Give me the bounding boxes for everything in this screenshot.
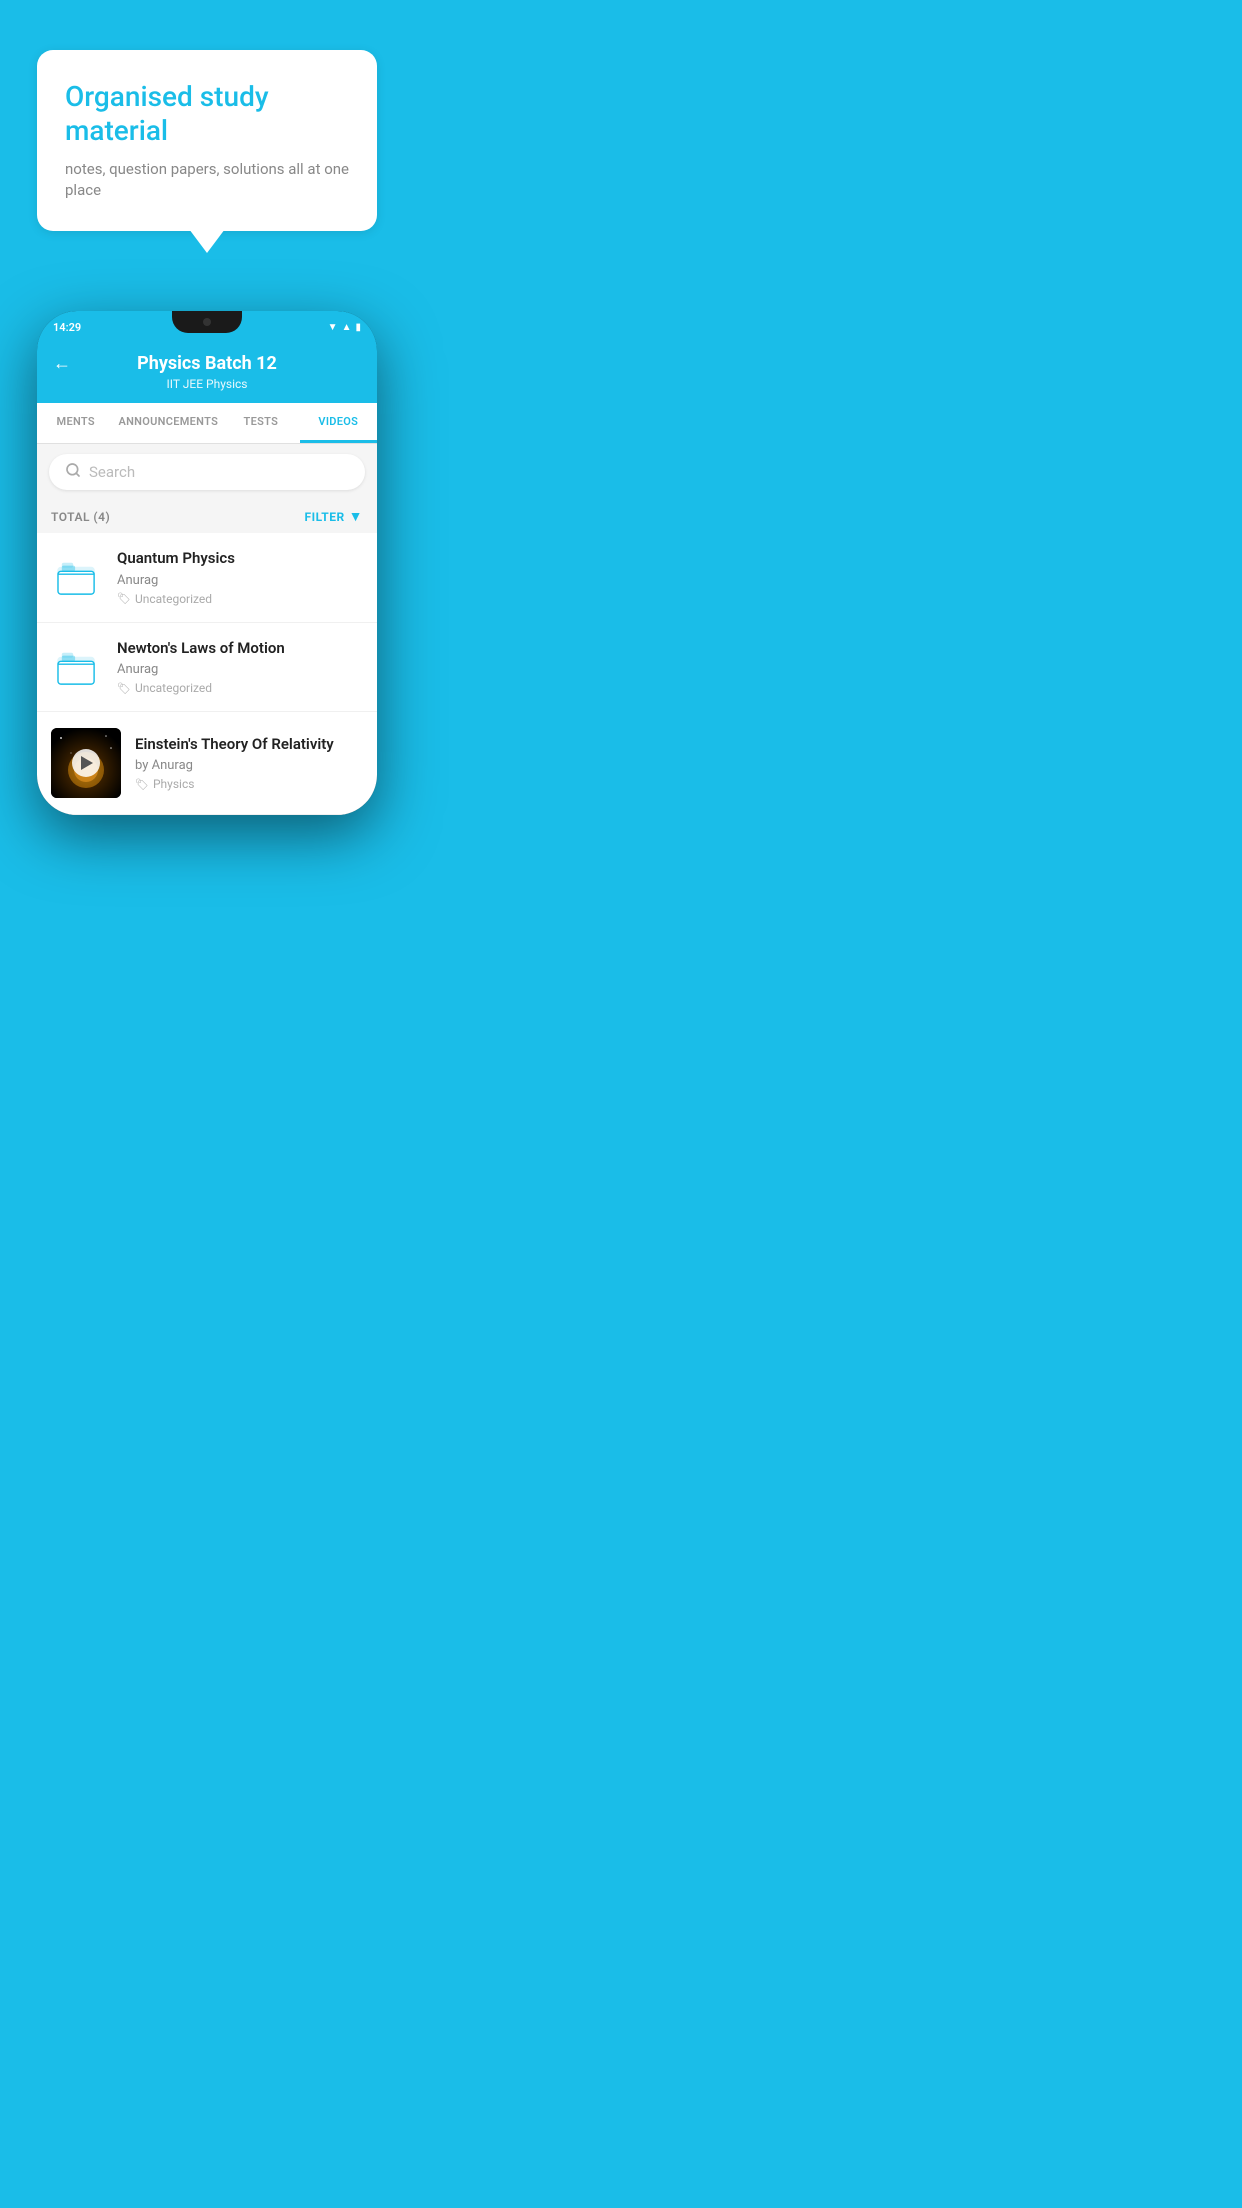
search-icon: [65, 462, 81, 482]
battery-icon: ▮: [355, 322, 361, 333]
list-item[interactable]: Quantum Physics Anurag 🏷 Uncategorized: [37, 533, 377, 623]
video-info: Newton's Laws of Motion Anurag 🏷 Uncateg…: [117, 639, 363, 696]
filter-label: FILTER: [305, 510, 345, 524]
video-title: Einstein's Theory Of Relativity: [135, 735, 363, 755]
tag-icon: 🏷: [135, 778, 149, 791]
tab-ments[interactable]: MENTS: [37, 403, 114, 443]
top-section: Organised study material notes, question…: [0, 0, 414, 261]
video-info: Einstein's Theory Of Relativity by Anura…: [135, 735, 363, 792]
signal-icon: ▲: [342, 322, 352, 333]
video-author: Anurag: [117, 573, 363, 588]
wifi-icon: ▼: [328, 322, 338, 333]
app-header: ← Physics Batch 12 IIT JEE Physics: [37, 343, 377, 403]
page-title: Physics Batch 12: [137, 353, 277, 374]
video-title: Quantum Physics: [117, 549, 363, 569]
search-area: Search: [37, 444, 377, 500]
search-input-wrap[interactable]: Search: [49, 454, 365, 490]
total-count: TOTAL (4): [51, 510, 110, 524]
tabs-bar: MENTS ANNOUNCEMENTS TESTS VIDEOS: [37, 403, 377, 444]
speech-bubble: Organised study material notes, question…: [37, 50, 377, 231]
video-author: by Anurag: [135, 758, 363, 773]
video-tag: 🏷 Physics: [135, 777, 363, 791]
video-tag: 🏷 Uncategorized: [117, 592, 363, 606]
video-tag: 🏷 Uncategorized: [117, 681, 363, 695]
list-item[interactable]: Einstein's Theory Of Relativity by Anura…: [37, 712, 377, 815]
camera-dot: [203, 318, 211, 326]
bubble-title: Organised study material: [65, 80, 349, 147]
filter-button[interactable]: FILTER ▼: [305, 508, 364, 525]
search-placeholder: Search: [89, 463, 135, 481]
phone-frame: 14:29 ▼ ▲ ▮ ← Physics Batch 12 IIT JEE P…: [37, 311, 377, 815]
back-button[interactable]: ←: [53, 353, 71, 374]
tag-label: Physics: [153, 777, 194, 791]
tag-label: Uncategorized: [135, 592, 212, 606]
bubble-subtitle: notes, question papers, solutions all at…: [65, 159, 349, 201]
folder-icon: [56, 558, 98, 596]
tag-label: Uncategorized: [135, 681, 212, 695]
tab-videos[interactable]: VIDEOS: [300, 403, 377, 443]
folder-icon-wrap: [51, 551, 103, 603]
tab-announcements[interactable]: ANNOUNCEMENTS: [114, 403, 222, 443]
video-info: Quantum Physics Anurag 🏷 Uncategorized: [117, 549, 363, 606]
status-icons: ▼ ▲ ▮: [328, 322, 361, 333]
header-top: ← Physics Batch 12: [53, 353, 361, 374]
folder-icon: [56, 648, 98, 686]
filter-row: TOTAL (4) FILTER ▼: [37, 500, 377, 533]
video-list: Quantum Physics Anurag 🏷 Uncategorized: [37, 533, 377, 815]
status-bar: 14:29 ▼ ▲ ▮: [37, 311, 377, 343]
status-time: 14:29: [53, 321, 81, 334]
play-triangle-icon: [81, 756, 93, 770]
folder-icon-wrap: [51, 641, 103, 693]
video-title: Newton's Laws of Motion: [117, 639, 363, 659]
tag-icon: 🏷: [117, 592, 131, 605]
play-button[interactable]: [72, 749, 100, 777]
video-thumbnail: [51, 728, 121, 798]
filter-icon: ▼: [349, 508, 363, 525]
tag-icon: 🏷: [117, 682, 131, 695]
tab-tests[interactable]: TESTS: [222, 403, 299, 443]
header-subtitle: IIT JEE Physics: [167, 377, 248, 391]
video-author: Anurag: [117, 662, 363, 677]
phone-notch: [172, 311, 242, 333]
list-item[interactable]: Newton's Laws of Motion Anurag 🏷 Uncateg…: [37, 623, 377, 713]
phone-area: 14:29 ▼ ▲ ▮ ← Physics Batch 12 IIT JEE P…: [0, 261, 414, 815]
